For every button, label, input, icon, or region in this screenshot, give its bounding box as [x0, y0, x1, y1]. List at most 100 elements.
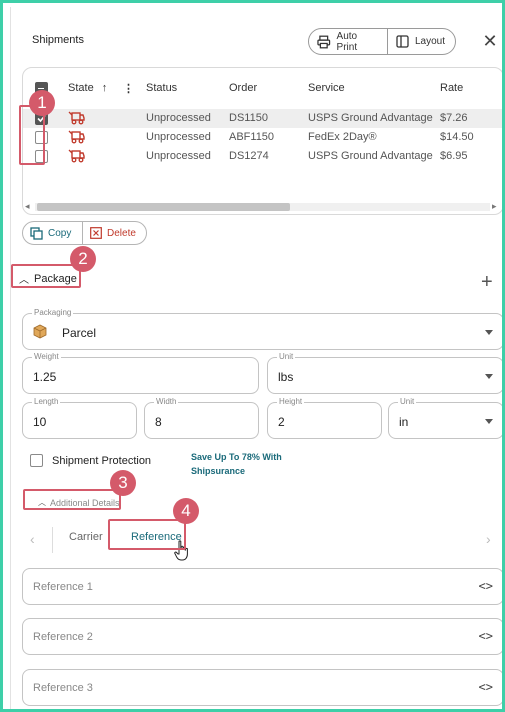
code-icon[interactable]: <>	[479, 680, 493, 694]
width-field[interactable]: Width 8	[144, 397, 259, 439]
rate-cell: $6.95	[440, 150, 468, 162]
width-label: Width	[154, 397, 179, 406]
col-rate[interactable]: Rate	[440, 82, 463, 94]
col-service[interactable]: Service	[308, 82, 345, 94]
reference-3-field[interactable]: Reference 3 <>	[22, 669, 502, 706]
promo-line-1: Save Up To 78% With	[191, 452, 282, 462]
packaging-select[interactable]: Packaging Parcel	[22, 308, 502, 350]
weight-unit-value: lbs	[278, 370, 294, 384]
tab-scroll-right-icon[interactable]: ›	[486, 531, 491, 547]
col-order[interactable]: Order	[229, 82, 257, 94]
table-row[interactable]: Unprocessed ABF1150 FedEx 2Day® $14.50	[23, 128, 502, 147]
code-icon[interactable]: <>	[479, 629, 493, 643]
details-tabs: ‹ Carrier Reference ›	[22, 523, 502, 553]
toolbar-group: Auto Print Layout	[308, 28, 456, 55]
service-cell: FedEx 2Day®	[308, 131, 377, 143]
truck-icon	[68, 130, 85, 144]
service-cell: USPS Ground Advantage	[308, 150, 433, 162]
chevron-down-icon	[485, 374, 493, 379]
weight-label: Weight	[32, 352, 61, 361]
length-value: 10	[33, 415, 47, 429]
weight-unit-label: Unit	[277, 352, 296, 361]
packaging-value: Parcel	[62, 326, 97, 340]
callout-badge-3: 3	[110, 470, 136, 496]
length-label: Length	[32, 397, 61, 406]
shipment-protection-row[interactable]: Shipment Protection	[30, 454, 151, 467]
status-cell: Unprocessed	[146, 131, 211, 143]
add-package-icon[interactable]: +	[481, 272, 493, 292]
delete-button[interactable]: Delete	[83, 222, 143, 244]
weight-field[interactable]: Weight 1.25	[22, 352, 259, 394]
width-value: 8	[155, 415, 162, 429]
copy-icon	[30, 226, 43, 240]
chevron-up-icon: ︿	[38, 498, 46, 507]
chevron-down-icon	[485, 330, 493, 335]
callout-badge-1: 1	[29, 90, 55, 116]
length-field[interactable]: Length 10	[22, 397, 137, 439]
shipment-protection-label: Shipment Protection	[52, 454, 152, 467]
height-value: 2	[278, 415, 285, 429]
additional-details-toggle[interactable]: ︿ Additional Details	[38, 497, 120, 508]
auto-print-button[interactable]: Auto Print	[309, 29, 388, 54]
panel-title: Shipments	[32, 34, 84, 46]
reference-1-placeholder: Reference 1	[33, 581, 93, 593]
rate-cell: $7.26	[440, 112, 468, 124]
promo-line-2: Shipsurance	[191, 466, 246, 476]
tab-scroll-left-icon[interactable]: ‹	[30, 531, 35, 547]
close-icon[interactable]: ✕	[481, 32, 499, 50]
package-title: Package	[34, 272, 77, 285]
reference-2-field[interactable]: Reference 2 <>	[22, 618, 502, 655]
table-row[interactable]: Unprocessed DS1150 USPS Ground Advantage…	[23, 109, 502, 128]
row-checkbox[interactable]	[35, 131, 48, 144]
delete-label: Delete	[107, 227, 136, 239]
tab-carrier[interactable]: Carrier	[69, 531, 103, 543]
scroll-thumb[interactable]	[37, 203, 290, 211]
weight-value: 1.25	[33, 370, 57, 384]
callout-badge-4: 4	[173, 498, 199, 524]
order-cell: ABF1150	[229, 131, 275, 143]
copy-delete-group: Copy Delete	[22, 221, 147, 245]
reference-2-placeholder: Reference 2	[33, 631, 93, 643]
col-state[interactable]: State ↑	[68, 82, 107, 94]
shipsurance-promo[interactable]: Save Up To 78% With Shipsurance	[191, 450, 282, 478]
sort-arrow-icon: ↑	[101, 82, 108, 94]
shipments-table: State ↑ ⋮ Status Order Service Rate Unpr…	[22, 67, 502, 215]
scroll-right-icon[interactable]: ▸	[492, 201, 497, 212]
layout-button[interactable]: Layout	[388, 29, 453, 54]
horizontal-scrollbar[interactable]: ◂ ▸	[23, 199, 502, 213]
reference-1-field[interactable]: Reference 1 <>	[22, 568, 502, 605]
window-frame: Shipments Auto Print Layout ✕ State ↑ ⋮ …	[3, 3, 502, 709]
column-menu-icon[interactable]: ⋮	[123, 82, 135, 95]
tab-divider	[52, 527, 53, 553]
row-checkbox[interactable]	[35, 150, 48, 163]
table-row[interactable]: Unprocessed DS1274 USPS Ground Advantage…	[23, 147, 502, 166]
order-cell: DS1150	[229, 112, 268, 124]
col-status[interactable]: Status	[146, 82, 177, 94]
callout-badge-2: 2	[70, 246, 96, 272]
service-cell: USPS Ground Advantage	[308, 112, 433, 124]
truck-icon	[68, 149, 85, 163]
auto-print-label: Auto Print	[336, 30, 358, 53]
status-cell: Unprocessed	[146, 112, 211, 124]
rate-cell: $14.50	[440, 131, 474, 143]
reference-3-placeholder: Reference 3	[33, 682, 93, 694]
packaging-label: Packaging	[32, 308, 74, 317]
copy-label: Copy	[48, 227, 72, 239]
package-box-icon	[33, 324, 47, 339]
copy-button[interactable]: Copy	[23, 222, 83, 244]
hand-cursor-icon	[174, 540, 188, 561]
table-header: State ↑ ⋮ Status Order Service Rate	[23, 68, 502, 108]
weight-unit-select[interactable]: Unit lbs	[267, 352, 502, 394]
chevron-down-icon	[485, 419, 493, 424]
printer-icon	[317, 35, 331, 48]
code-icon[interactable]: <>	[479, 579, 493, 593]
truck-icon	[68, 111, 85, 125]
order-cell: DS1274	[229, 150, 269, 162]
scroll-left-icon[interactable]: ◂	[25, 201, 30, 212]
additional-details-title: Additional Details	[50, 497, 120, 508]
shipment-protection-checkbox[interactable]	[30, 454, 43, 467]
delete-icon	[90, 227, 102, 239]
package-section-toggle[interactable]: ︿ Package	[19, 271, 77, 287]
dimension-unit-select[interactable]: Unit in	[388, 397, 502, 439]
height-field[interactable]: Height 2	[267, 397, 382, 439]
